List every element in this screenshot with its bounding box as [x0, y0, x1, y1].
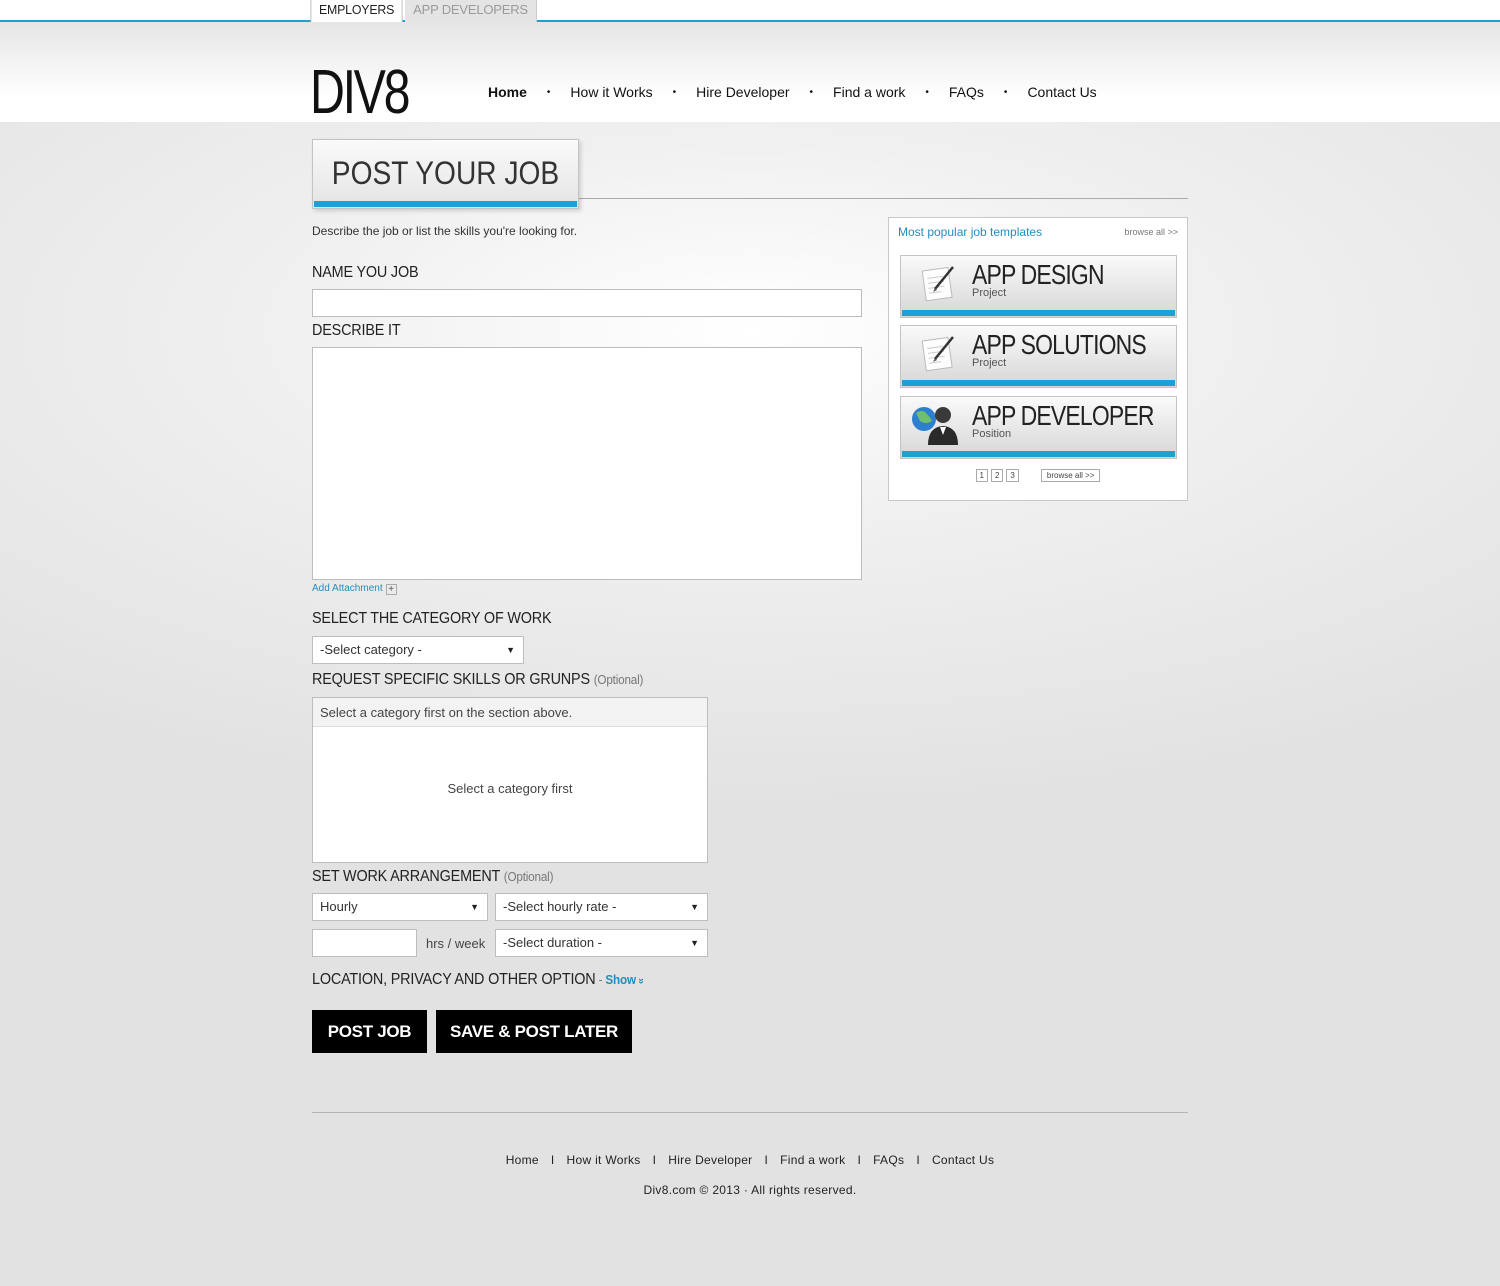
footer-link-find-a-work[interactable]: Find a work	[780, 1153, 845, 1167]
duration-select[interactable]: -Select duration - ▼	[495, 929, 708, 957]
hourly-rate-select[interactable]: -Select hourly rate - ▼	[495, 893, 708, 921]
hours-per-week-input[interactable]	[312, 929, 417, 957]
nav-separator: •	[925, 86, 929, 98]
footer-link-home[interactable]: Home	[506, 1153, 539, 1167]
footer-link-how-it-works[interactable]: How it Works	[567, 1153, 641, 1167]
templates-title: Most popular job templates	[898, 225, 1043, 239]
nav-find-a-work[interactable]: Find a work	[833, 84, 905, 100]
footer-divider	[312, 1112, 1188, 1113]
skills-panel: Select a category first on the section a…	[312, 697, 708, 863]
template-app-developer[interactable]: APP DEVELOPER Position	[900, 396, 1177, 459]
nav-separator: •	[809, 86, 814, 98]
page-title: POST YOUR JOB	[331, 155, 560, 191]
add-attachment-label: Add Attachment	[312, 583, 383, 594]
nav-separator: •	[672, 86, 677, 98]
job-name-label: NAME YOU JOB	[312, 264, 419, 281]
template-accent-bar	[902, 380, 1175, 386]
footer-separator: I	[916, 1153, 920, 1167]
save-post-later-button[interactable]: SAVE & POST LATER	[436, 1010, 632, 1053]
title-accent-bar	[314, 201, 577, 207]
templates-browse-all-link[interactable]: browse all >>	[1124, 227, 1178, 237]
footer-link-faqs[interactable]: FAQs	[873, 1153, 904, 1167]
job-description-textarea[interactable]	[312, 347, 862, 580]
pager-browse-all-button[interactable]: browse all >>	[1040, 469, 1101, 482]
optional-note: (Optional)	[593, 672, 644, 687]
nav-how-it-works[interactable]: How it Works	[570, 84, 652, 100]
templates-pager: 1 2 3 browse all >>	[889, 469, 1187, 482]
template-app-design[interactable]: APP DESIGN Project	[900, 255, 1177, 318]
page-3-button[interactable]: 3	[1006, 469, 1019, 482]
chevron-down-icon: ▼	[690, 938, 699, 948]
location-separator: -	[595, 972, 606, 987]
nav-home[interactable]: Home	[488, 84, 527, 100]
chevron-down-icon: ▼	[690, 902, 699, 912]
footer-nav: Home I How it Works I Hire Developer I F…	[0, 1153, 1500, 1167]
chevron-down-icon: ▼	[470, 902, 479, 912]
job-name-input[interactable]	[312, 289, 862, 317]
footer-separator: I	[764, 1153, 769, 1167]
site-logo[interactable]: DIV8	[310, 62, 410, 124]
nav-contact-us[interactable]: Contact Us	[1027, 84, 1096, 100]
double-chevron-down-icon: »	[636, 978, 648, 984]
person-globe-icon	[912, 407, 958, 445]
nav-hire-developer[interactable]: Hire Developer	[696, 84, 789, 100]
location-options-label: LOCATION, PRIVACY AND OTHER OPTION - Sho…	[312, 971, 648, 989]
footer-separator: I	[857, 1153, 862, 1167]
footer-separator: I	[550, 1153, 555, 1167]
footer-link-contact-us[interactable]: Contact Us	[932, 1153, 994, 1167]
optional-note: (Optional)	[503, 869, 554, 884]
tab-employers[interactable]: EMPLOYERS	[310, 0, 403, 22]
location-options-text: LOCATION, PRIVACY AND OTHER OPTION	[312, 971, 596, 988]
duration-value: -Select duration -	[503, 935, 602, 950]
audience-tabs: EMPLOYERS APP DEVELOPERS	[308, 0, 537, 22]
document-pencil-icon	[921, 336, 954, 372]
template-app-solutions[interactable]: APP SOLUTIONS Project	[900, 325, 1177, 388]
post-job-button[interactable]: POST JOB	[312, 1010, 427, 1053]
footer-link-hire-developer[interactable]: Hire Developer	[668, 1153, 752, 1167]
page-2-button[interactable]: 2	[990, 469, 1004, 482]
template-type: Project	[972, 287, 1007, 299]
template-type: Position	[972, 428, 1012, 440]
skills-label: REQUEST SPECIFIC SKILLS OR GRUNPS (Optio…	[312, 671, 643, 689]
category-select-value: -Select category -	[320, 642, 422, 657]
skills-label-text: REQUEST SPECIFIC SKILLS OR GRUNPS	[312, 671, 590, 688]
template-type: Project	[972, 357, 1007, 369]
template-accent-bar	[902, 451, 1175, 457]
hours-per-week-label: hrs / week	[426, 936, 486, 951]
nav-separator: •	[1003, 86, 1008, 98]
job-templates-panel: Most popular job templates browse all >>…	[888, 217, 1188, 501]
plus-icon: +	[385, 584, 397, 595]
page-title-tab: POST YOUR JOB	[312, 139, 579, 209]
skills-panel-header: Select a category first on the section a…	[313, 698, 707, 727]
page-1-button[interactable]: 1	[975, 469, 988, 482]
describe-label: DESCRIBE IT	[312, 322, 401, 339]
document-pencil-icon	[921, 266, 954, 302]
main-nav: Home • How it Works • Hire Developer • F…	[488, 84, 1097, 100]
nav-faqs[interactable]: FAQs	[949, 84, 984, 100]
hourly-rate-value: -Select hourly rate -	[503, 899, 617, 914]
nav-separator: •	[546, 86, 551, 98]
arrangement-label: SET WORK ARRANGEMENT (Optional)	[312, 868, 553, 886]
category-label: SELECT THE CATEGORY OF WORK	[312, 610, 552, 627]
site-header: DIV8 Home • How it Works • Hire Develope…	[0, 22, 1500, 124]
form-intro: Describe the job or list the skills you'…	[312, 224, 578, 238]
show-options-label: Show	[605, 972, 636, 987]
skills-empty-message: Select a category first	[447, 781, 573, 796]
add-attachment-link[interactable]: Add Attachment +	[312, 583, 397, 595]
template-accent-bar	[902, 310, 1175, 316]
arrangement-type-select[interactable]: Hourly ▼	[312, 893, 488, 921]
category-select[interactable]: -Select category - ▼	[312, 636, 524, 664]
top-bar: EMPLOYERS APP DEVELOPERS	[0, 0, 1500, 22]
tab-app-developers[interactable]: APP DEVELOPERS	[405, 0, 537, 22]
arrangement-label-text: SET WORK ARRANGEMENT	[312, 868, 500, 885]
show-options-toggle[interactable]: Show »	[605, 972, 648, 987]
footer-separator: I	[652, 1153, 657, 1167]
chevron-down-icon: ▼	[506, 645, 515, 655]
arrangement-type-value: Hourly	[320, 899, 358, 914]
copyright: Div8.com © 2013 · All rights reserved.	[643, 1183, 857, 1197]
